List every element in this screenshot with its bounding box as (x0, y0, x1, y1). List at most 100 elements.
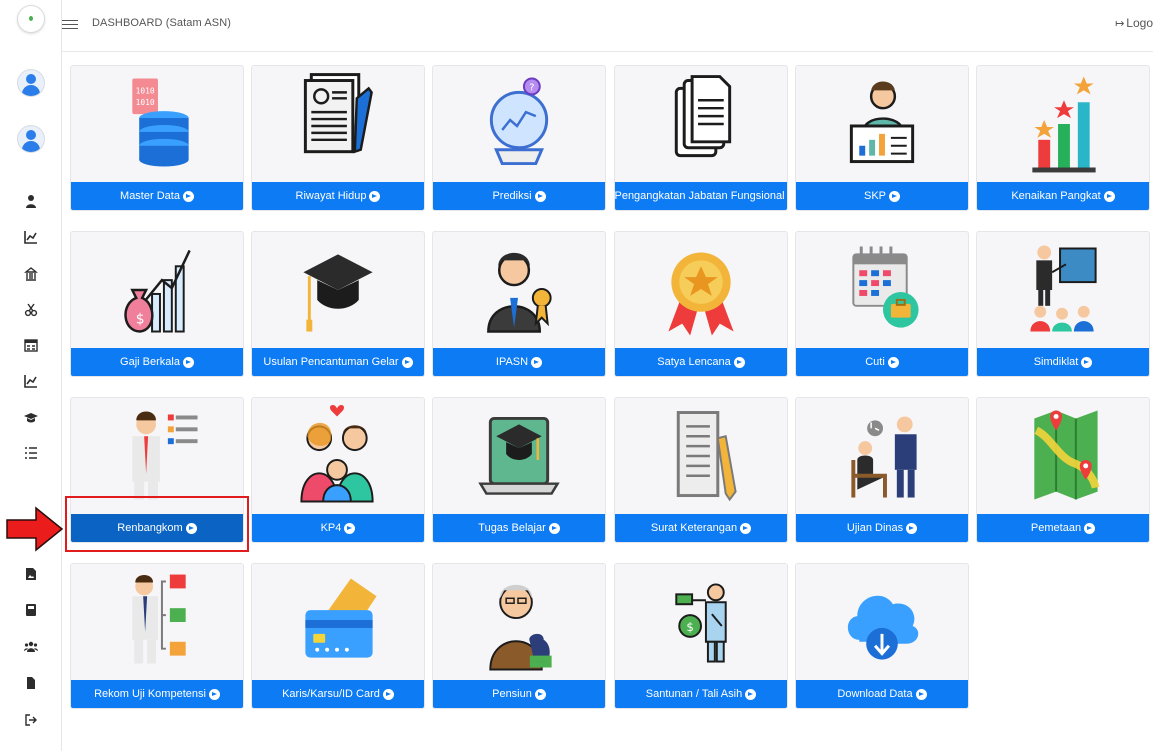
menu-card-kenaikan-pangkat[interactable]: Kenaikan Pangkat (976, 65, 1150, 211)
menu-card-pemetaan[interactable]: Pemetaan (976, 397, 1150, 543)
sidebar-book-icon[interactable] (22, 601, 40, 619)
menu-card-label[interactable]: Cuti (796, 348, 968, 376)
sidebar (0, 0, 64, 751)
menu-card-master-data[interactable]: 1010 1010 Master Data (70, 65, 244, 211)
arrow-circle-icon (915, 688, 927, 700)
logout-label: Logo (1126, 16, 1153, 30)
map-icon (977, 398, 1149, 515)
menu-card-label[interactable]: Tugas Belajar (433, 514, 605, 542)
menu-card-surat-keterangan[interactable]: Surat Keterangan (614, 397, 788, 543)
sidebar-building-icon[interactable] (22, 265, 40, 283)
sidebar-user-icon[interactable] (22, 192, 40, 210)
avatar-secondary[interactable] (18, 126, 44, 152)
menu-card-label[interactable]: Simdiklat (977, 348, 1149, 376)
officer-badge-icon (433, 232, 605, 349)
documents-icon (615, 66, 787, 183)
sidebar-chart-icon[interactable] (22, 228, 40, 246)
sidebar-logout-icon[interactable] (22, 711, 40, 729)
arrow-circle-icon (889, 190, 900, 202)
top-header: DASHBOARD (Satam ASN) ↦ Logo (62, 0, 1153, 52)
menu-card-usulan-gelar[interactable]: Usulan Pencantuman Gelar (251, 231, 425, 377)
menu-card-rekom-uji[interactable]: Rekom Uji Kompetensi (70, 563, 244, 709)
menu-card-prediksi[interactable]: ? Prediksi (432, 65, 606, 211)
arrow-circle-icon (401, 356, 413, 368)
menu-card-label[interactable]: Rekom Uji Kompetensi (71, 680, 243, 708)
family-icon (252, 398, 424, 515)
medal-icon (615, 232, 787, 349)
menu-card-label[interactable]: Pemetaan (977, 514, 1149, 542)
app-logo[interactable] (18, 6, 44, 32)
arrow-circle-icon (382, 688, 394, 700)
menu-card-santunan[interactable]: $ Santunan / Tali Asih (614, 563, 788, 709)
arrow-circle-icon (733, 356, 745, 368)
svg-text:$: $ (686, 620, 694, 634)
arrow-circle-icon (182, 190, 194, 202)
arrow-circle-icon (534, 688, 546, 700)
retiree-icon (433, 564, 605, 681)
calendar-bag-icon (796, 232, 968, 349)
svg-text:1010: 1010 (136, 98, 155, 107)
paper-pencil-icon (615, 398, 787, 515)
arrow-circle-icon (1081, 356, 1093, 368)
page-title: DASHBOARD (Satam ASN) (92, 17, 232, 29)
menu-card-skp[interactable]: SKP (795, 65, 969, 211)
menu-card-ujian-dinas[interactable]: Ujian Dinas (795, 397, 969, 543)
menu-card-pensiun[interactable]: Pensiun (432, 563, 606, 709)
menu-card-karis[interactable]: Karis/Karsu/ID Card (251, 563, 425, 709)
menu-card-label[interactable]: Pengangkatan Jabatan Fungsional (615, 182, 787, 210)
sidebar-list-icon[interactable] (22, 444, 40, 462)
database-icon: 1010 1010 (71, 66, 243, 183)
logout-button[interactable]: ↦ Logo (1115, 16, 1153, 30)
sidebar-file-icon[interactable] (22, 674, 40, 692)
menu-card-satya-lencana[interactable]: Satya Lencana (614, 231, 788, 377)
avatar[interactable] (18, 70, 44, 96)
graduation-cap-icon (252, 232, 424, 349)
menu-card-label[interactable]: Master Data (71, 182, 243, 210)
sidebar-scissors-icon[interactable] (22, 301, 40, 319)
arrow-circle-icon (745, 688, 757, 700)
menu-card-label[interactable]: Riwayat Hidup (252, 182, 424, 210)
menu-card-label[interactable]: Santunan / Tali Asih (615, 680, 787, 708)
menu-card-label[interactable]: Pensiun (433, 680, 605, 708)
sidebar-chart-icon-2[interactable] (22, 372, 40, 390)
arrow-circle-icon (887, 356, 899, 368)
arrow-pointer-icon (6, 506, 64, 552)
sidebar-calendar-icon[interactable] (22, 336, 40, 354)
sidebar-graduation-cap-icon[interactable] (22, 409, 40, 427)
bar-stars-icon (977, 66, 1149, 183)
menu-card-label[interactable]: Download Data (796, 680, 968, 708)
menu-card-download-data[interactable]: Download Data (795, 563, 969, 709)
menu-card-pengangkatan[interactable]: Pengangkatan Jabatan Fungsional (614, 65, 788, 211)
arrow-circle-icon (182, 356, 194, 368)
arrow-circle-icon (548, 522, 560, 534)
exam-icon (796, 398, 968, 515)
svg-text:$: $ (136, 312, 145, 328)
svg-text:1010: 1010 (136, 86, 155, 95)
menu-card-kp4[interactable]: KP4 (251, 397, 425, 543)
menu-card-label[interactable]: Gaji Berkala (71, 348, 243, 376)
sidebar-file-image-icon[interactable] (22, 565, 40, 583)
menu-card-riwayat-hidup[interactable]: Riwayat Hidup (251, 65, 425, 211)
menu-card-label[interactable]: KP4 (252, 514, 424, 542)
menu-card-label[interactable]: IPASN (433, 348, 605, 376)
menu-card-label[interactable]: SKP (796, 182, 968, 210)
menu-card-label[interactable]: Surat Keterangan (615, 514, 787, 542)
money-bag-growth-icon: $ (71, 232, 243, 349)
menu-card-cuti[interactable]: Cuti (795, 231, 969, 377)
presenter-chart-icon (796, 66, 968, 183)
menu-card-gaji-berkala[interactable]: $ Gaji Berkala (70, 231, 244, 377)
menu-card-label[interactable]: Ujian Dinas (796, 514, 968, 542)
arrow-circle-icon (740, 522, 752, 534)
menu-card-tugas-belajar[interactable]: Tugas Belajar (432, 397, 606, 543)
person-flowchart-icon (71, 564, 243, 681)
menu-toggle-icon[interactable] (62, 17, 78, 31)
menu-card-ipasn[interactable]: IPASN (432, 231, 606, 377)
sidebar-users-icon[interactable] (22, 638, 40, 656)
menu-card-label[interactable]: Prediksi (433, 182, 605, 210)
menu-card-label[interactable]: Satya Lencana (615, 348, 787, 376)
menu-card-simdiklat[interactable]: Simdiklat (976, 231, 1150, 377)
arrow-circle-icon (208, 688, 220, 700)
menu-card-label[interactable]: Kenaikan Pangkat (977, 182, 1149, 210)
menu-card-label[interactable]: Usulan Pencantuman Gelar (252, 348, 424, 376)
menu-card-label[interactable]: Karis/Karsu/ID Card (252, 680, 424, 708)
